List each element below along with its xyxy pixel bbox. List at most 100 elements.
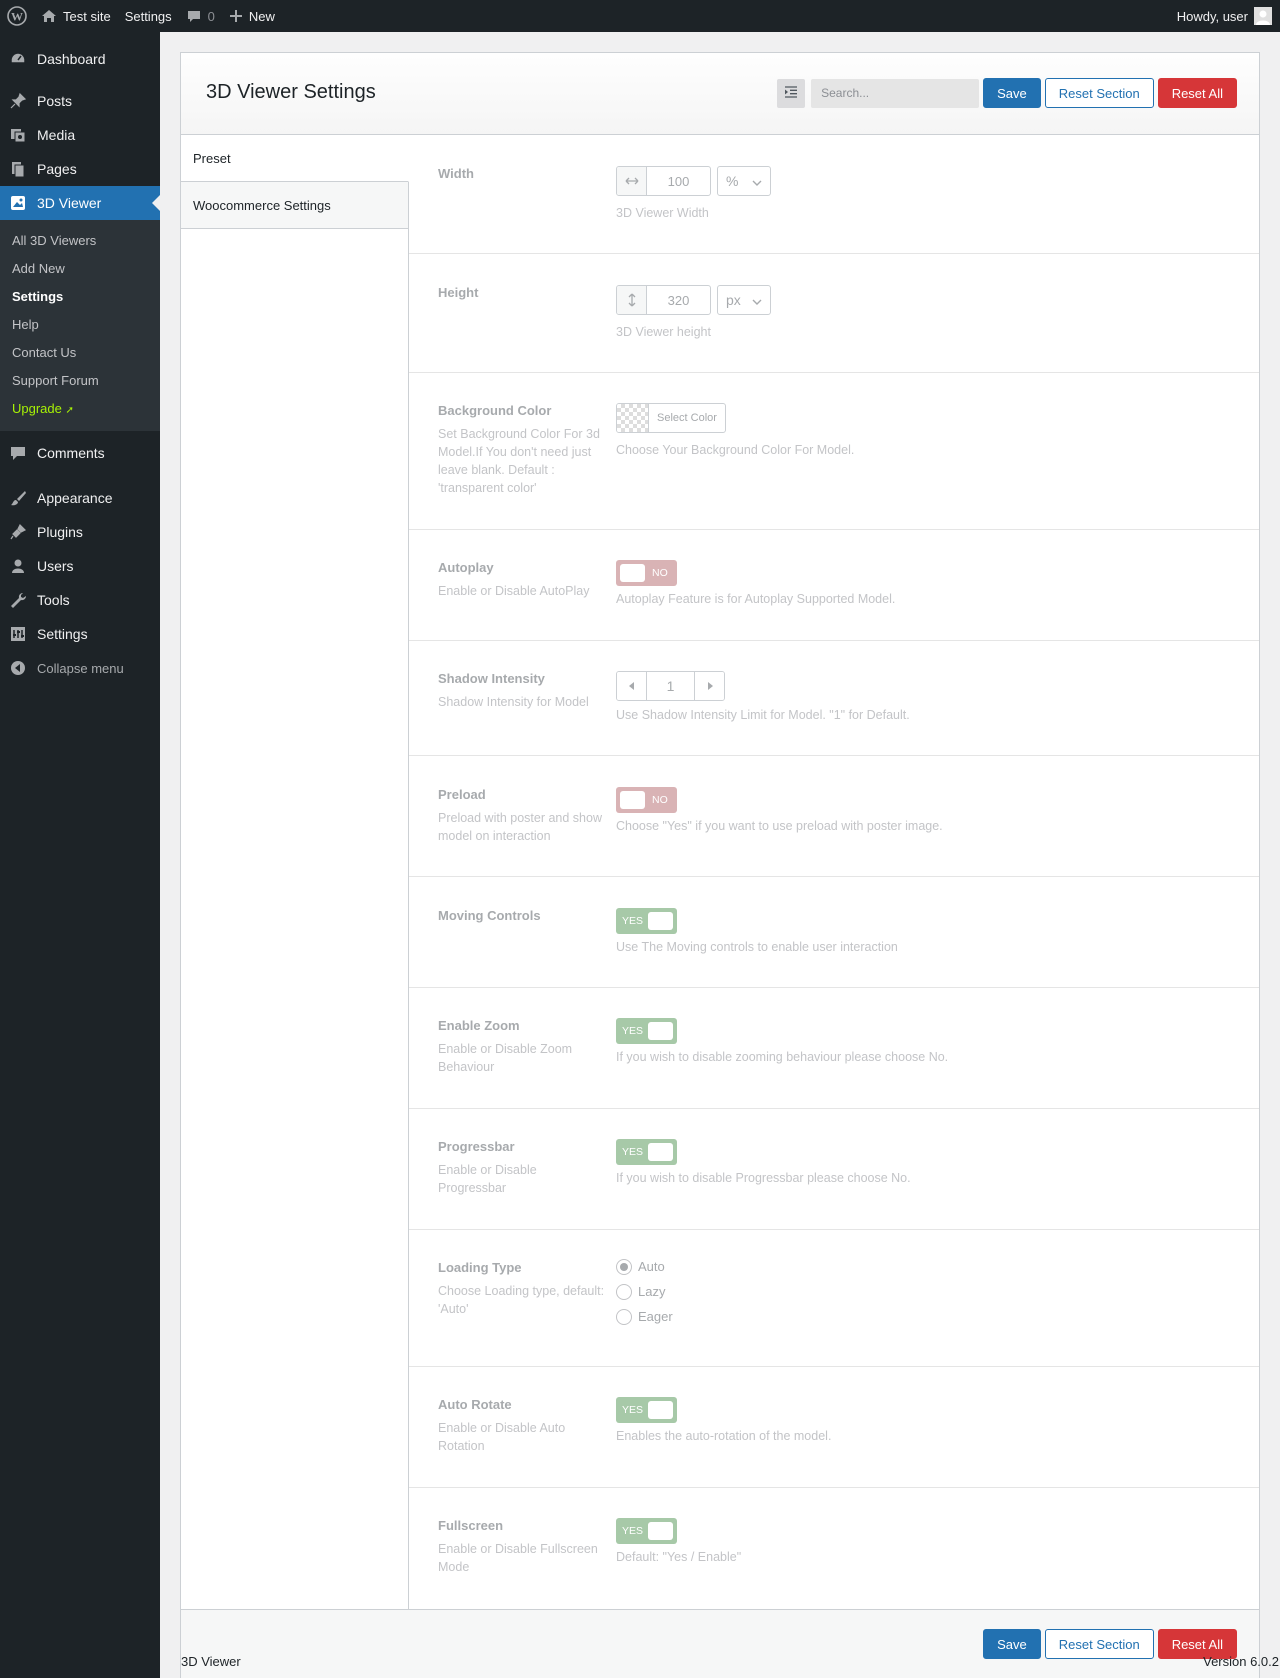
toggle-knob: [648, 1022, 673, 1040]
field-label: Preload: [438, 787, 486, 802]
radio-option-auto[interactable]: Auto: [616, 1254, 1259, 1279]
field-moving-controls: Moving Controls YES Use The Moving contr…: [409, 877, 1259, 988]
adminbar-settings-link[interactable]: Settings: [118, 0, 179, 32]
list-indent-icon: [784, 85, 798, 101]
save-button[interactable]: Save: [983, 78, 1041, 108]
shadow-intensity-spinner[interactable]: 1: [616, 671, 725, 701]
3d-viewer-submenu: All 3D Viewers Add New Settings Help Con…: [0, 220, 160, 431]
dashboard-icon: [9, 50, 27, 68]
sidebar-item-media[interactable]: Media: [0, 118, 160, 152]
height-unit: px: [726, 292, 741, 308]
submenu-all-3d-viewers[interactable]: All 3D Viewers: [0, 227, 160, 255]
field-description: Choose "Yes" if you want to use preload …: [616, 819, 943, 833]
toggle-knob: [648, 1401, 673, 1419]
wordpress-logo-icon[interactable]: W: [0, 0, 34, 32]
submenu-help[interactable]: Help: [0, 311, 160, 339]
moving-controls-toggle[interactable]: YES: [616, 908, 677, 934]
save-button[interactable]: Save: [983, 1629, 1041, 1659]
footer-plugin-name: 3D Viewer: [181, 1654, 241, 1669]
field-preload: Preload Preload with poster and show mod…: [409, 756, 1259, 877]
submenu-upgrade[interactable]: Upgrade ➚: [0, 395, 160, 423]
width-unit-select[interactable]: %: [717, 166, 771, 196]
progressbar-toggle[interactable]: YES: [616, 1139, 677, 1165]
sidebar-item-appearance[interactable]: Appearance: [0, 481, 160, 515]
decrement-arrow-icon[interactable]: [617, 672, 647, 700]
field-subtitle: Choose Loading type, default: 'Auto': [438, 1284, 605, 1316]
toggle-state: YES: [622, 1146, 644, 1158]
chevron-down-icon: [752, 292, 762, 308]
field-label: Shadow Intensity: [438, 671, 545, 686]
reset-section-button[interactable]: Reset Section: [1044, 1629, 1154, 1659]
sidebar-item-comments[interactable]: Comments: [0, 436, 160, 470]
sidebar-item-pages[interactable]: Pages: [0, 152, 160, 186]
collapse-menu-button[interactable]: Collapse menu: [0, 651, 160, 685]
width-value: 100: [667, 173, 690, 189]
submenu-contact-us[interactable]: Contact Us: [0, 339, 160, 367]
user-icon: [9, 557, 27, 575]
radio-button[interactable]: [616, 1283, 632, 1300]
radio-button[interactable]: [616, 1308, 632, 1325]
shadow-intensity-value: 1: [666, 678, 675, 694]
media-icon: [9, 126, 27, 144]
image-icon: [9, 194, 27, 212]
field-description: 3D Viewer height: [616, 325, 711, 339]
autoplay-toggle[interactable]: NO: [616, 560, 677, 586]
my-account[interactable]: Howdy, user: [1177, 7, 1280, 25]
field-auto-rotate: Auto Rotate Enable or Disable Auto Rotat…: [409, 1367, 1259, 1488]
field-fullscreen: Fullscreen Enable or Disable Fullscreen …: [409, 1488, 1259, 1608]
reset-all-button[interactable]: Reset All: [1157, 78, 1237, 108]
field-subtitle: Enable or Disable Zoom Behaviour: [438, 1042, 573, 1074]
preload-toggle[interactable]: NO: [616, 787, 677, 813]
field-progressbar: Progressbar Enable or Disable Progressba…: [409, 1109, 1259, 1230]
admin-sidebar: Dashboard Posts Media Pages 3D Viewer Al…: [0, 32, 160, 1678]
color-swatch: [617, 404, 649, 432]
expand-all-button[interactable]: [777, 78, 806, 108]
submenu-support-forum[interactable]: Support Forum: [0, 367, 160, 395]
field-description: If you wish to disable zooming behaviour…: [616, 1050, 949, 1064]
new-content-link[interactable]: New: [222, 0, 282, 32]
radio-button[interactable]: [616, 1258, 632, 1275]
select-color-button[interactable]: Select Color: [616, 403, 726, 433]
arrows-vertical-icon: [617, 286, 647, 314]
increment-arrow-icon[interactable]: [694, 672, 724, 700]
field-subtitle: Set Background Color For 3d Model.If You…: [438, 427, 600, 495]
sidebar-item-users[interactable]: Users: [0, 549, 160, 583]
page-title: 3D Viewer Settings: [206, 81, 376, 103]
field-subtitle: Enable or Disable AutoPlay: [438, 584, 590, 598]
toggle-knob: [620, 791, 645, 809]
field-subtitle: Enable or Disable Progressbar: [438, 1163, 537, 1195]
toggle-state: YES: [622, 1525, 644, 1537]
tab-woocommerce-settings[interactable]: Woocommerce Settings: [181, 182, 408, 229]
site-name-link[interactable]: Test site: [34, 0, 118, 32]
search-input[interactable]: Search...: [811, 78, 980, 108]
sidebar-item-plugins[interactable]: Plugins: [0, 515, 160, 549]
field-label: Autoplay: [438, 560, 494, 575]
submenu-settings[interactable]: Settings: [0, 283, 160, 311]
comments-link[interactable]: 0: [179, 0, 222, 32]
reset-section-button[interactable]: Reset Section: [1044, 78, 1154, 108]
fullscreen-toggle[interactable]: YES: [616, 1518, 677, 1544]
sidebar-item-settings[interactable]: Settings: [0, 617, 160, 651]
width-input[interactable]: 100: [616, 166, 711, 196]
radio-option-lazy[interactable]: Lazy: [616, 1279, 1259, 1304]
sidebar-label: 3D Viewer: [37, 195, 102, 211]
collapse-arrow-icon: [9, 659, 27, 677]
sidebar-item-3d-viewer[interactable]: 3D Viewer: [0, 186, 160, 220]
new-label: New: [248, 8, 275, 24]
tab-preset[interactable]: Preset: [181, 135, 409, 182]
enable-zoom-toggle[interactable]: YES: [616, 1018, 677, 1044]
radio-option-eager[interactable]: Eager: [616, 1304, 1259, 1329]
sidebar-label: Users: [37, 558, 74, 574]
height-unit-select[interactable]: px: [717, 285, 771, 315]
site-name: Test site: [63, 8, 111, 24]
field-subtitle: Enable or Disable Auto Rotation: [438, 1421, 566, 1453]
sidebar-item-posts[interactable]: Posts: [0, 84, 160, 118]
sidebar-item-tools[interactable]: Tools: [0, 583, 160, 617]
panel-header: 3D Viewer Settings Search... Save Reset …: [181, 53, 1259, 135]
arrows-horizontal-icon: [617, 167, 647, 195]
height-input[interactable]: 320: [616, 285, 711, 315]
submenu-add-new[interactable]: Add New: [0, 255, 160, 283]
auto-rotate-toggle[interactable]: YES: [616, 1397, 677, 1423]
comment-icon: [9, 444, 27, 462]
sidebar-item-dashboard[interactable]: Dashboard: [0, 42, 160, 76]
